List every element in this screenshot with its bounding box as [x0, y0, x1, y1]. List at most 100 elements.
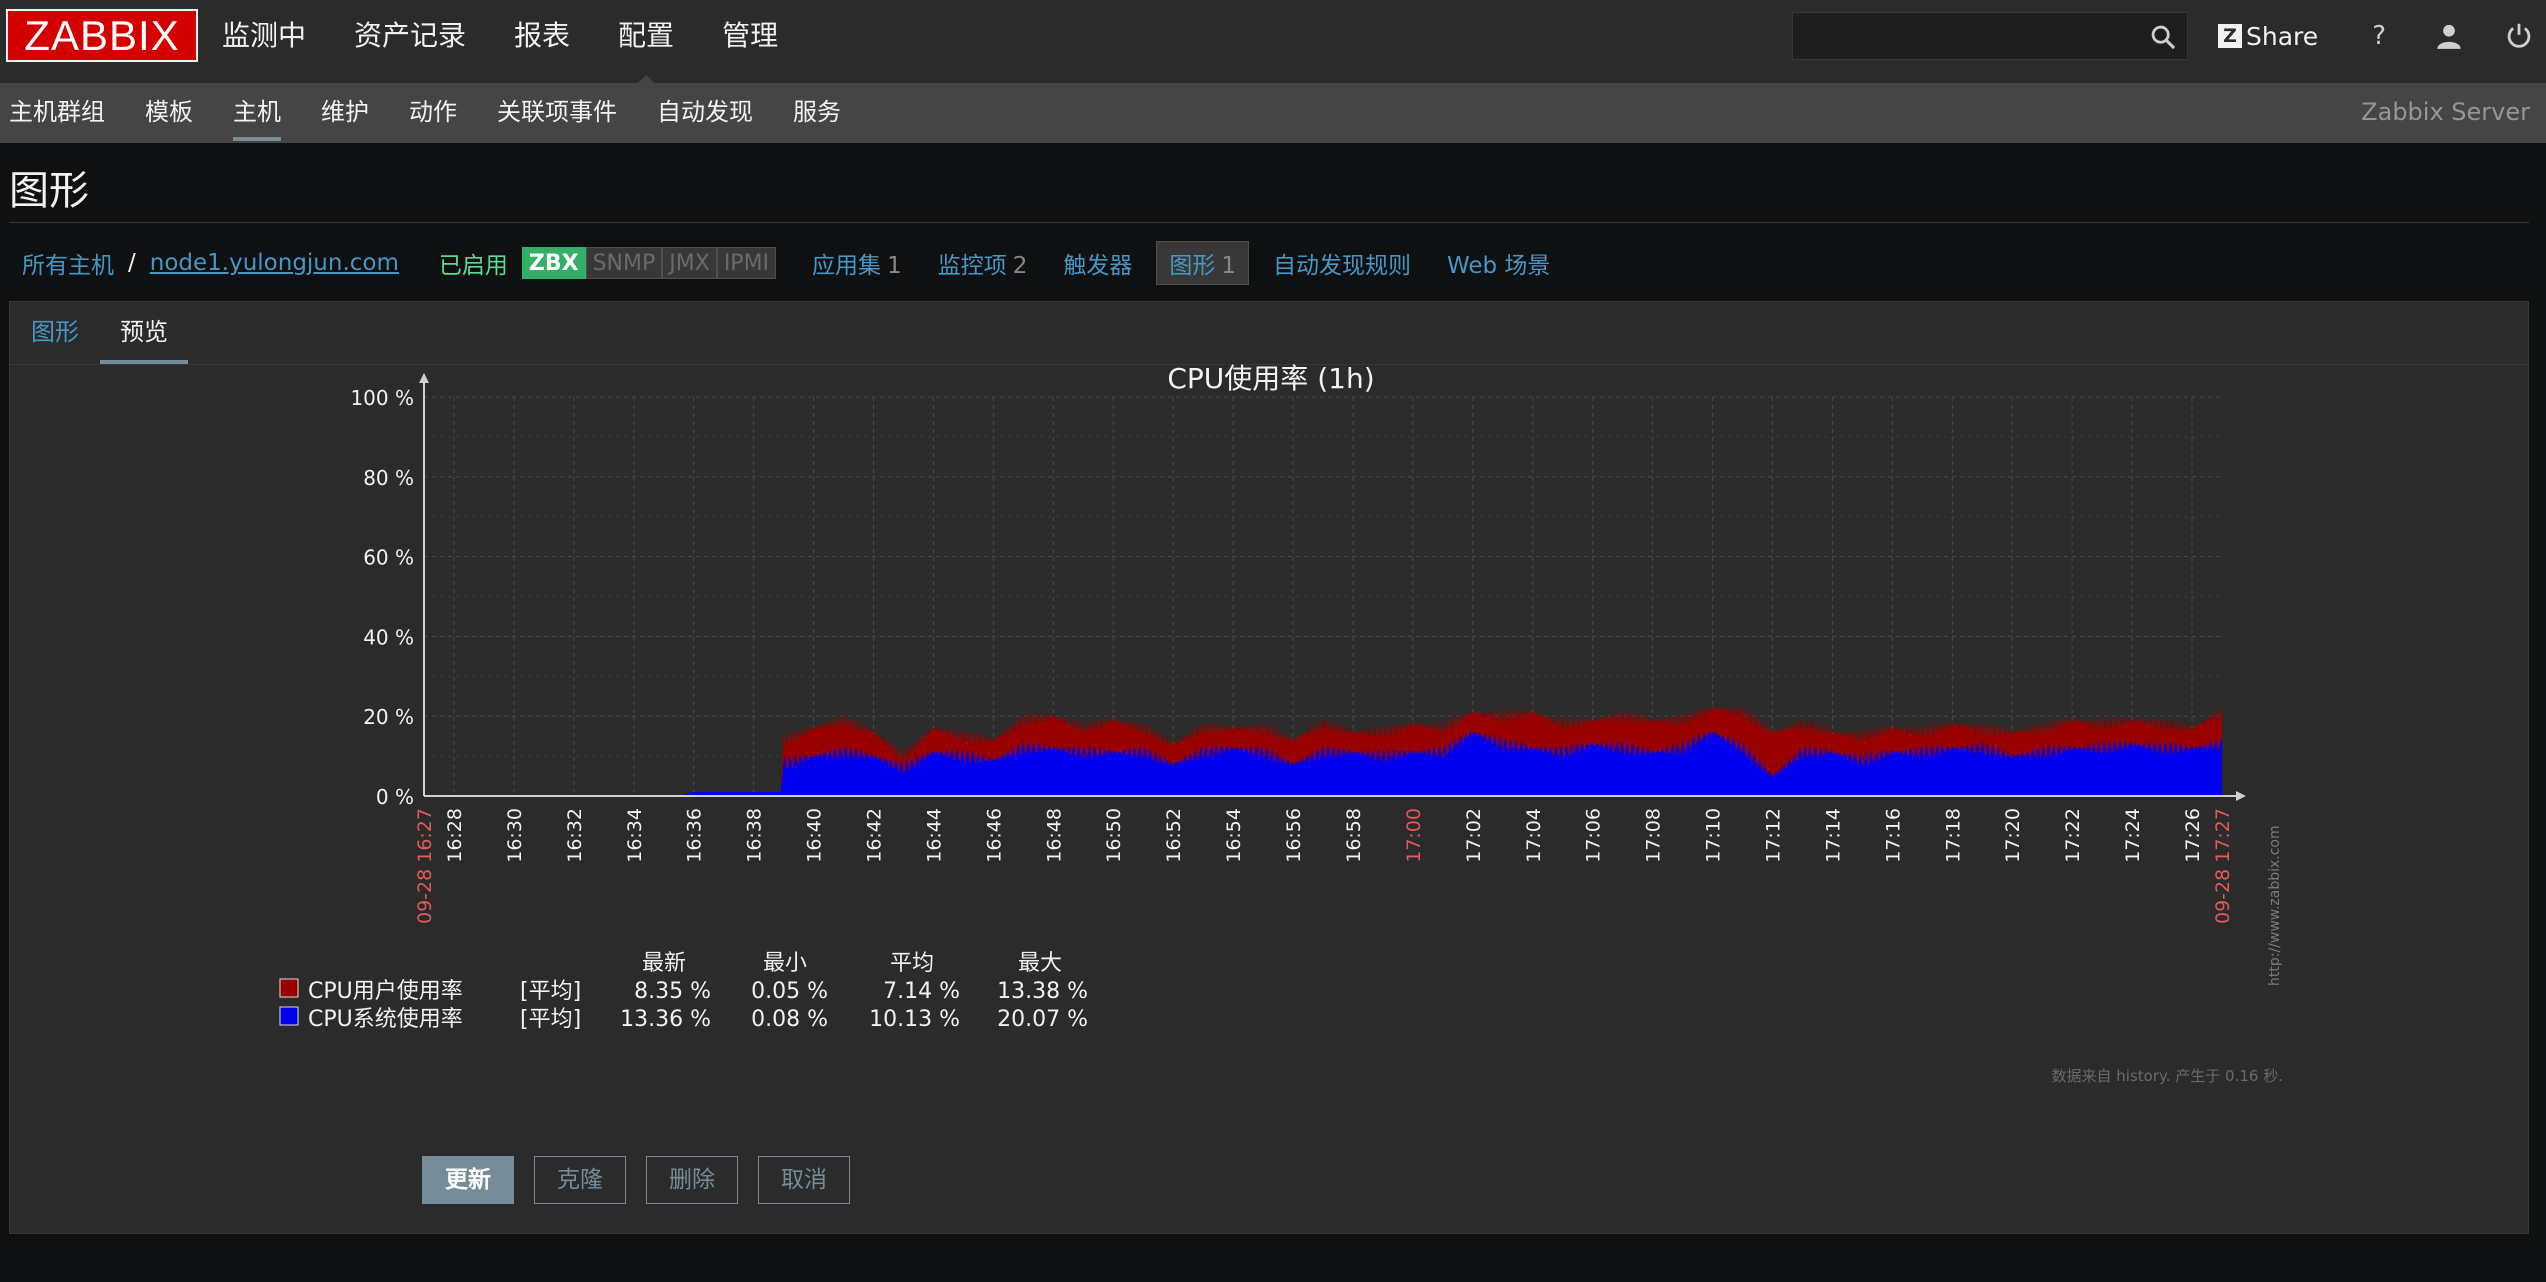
x-tick-label: 16:40 [804, 808, 826, 863]
y-tick-label: 20 % [363, 705, 414, 729]
x-tick-label: 17:06 [1583, 808, 1605, 863]
breadcrumb-separator: / [128, 250, 136, 276]
subnav-hosts[interactable]: 主机 [233, 83, 281, 143]
x-tick-label: 16:54 [1223, 808, 1245, 863]
legend-value: 10.13 % [869, 1007, 960, 1032]
x-tick-label: 16:38 [744, 808, 766, 863]
applications-count: 1 [887, 253, 902, 279]
subnav-correlation[interactable]: 关联项事件 [497, 83, 617, 143]
server-name: Zabbix Server [2361, 98, 2530, 126]
tab-preview[interactable]: 预览 [100, 302, 188, 364]
user-profile-icon[interactable] [2432, 19, 2466, 53]
subnav-maintenance[interactable]: 维护 [321, 83, 369, 143]
form-tabs: 图形 预览 [10, 302, 2528, 365]
x-tick-label: 16:56 [1283, 808, 1305, 863]
host-status-enabled[interactable]: 已启用 [439, 246, 508, 280]
subnav-actions[interactable]: 动作 [409, 83, 457, 143]
x-tick-label: 17:16 [1882, 808, 1904, 863]
web-scenarios-label: Web 场景 [1446, 253, 1551, 279]
cpu-usage-graph: CPU使用率 (1h) 100 % 80 % 60 % 40 % 20 % 0 % 16:28… [279, 362, 2283, 1085]
x-tick-label: 17:22 [2062, 808, 2084, 863]
graphs-link[interactable]: 图形 1 [1156, 241, 1249, 285]
x-axis-arrow [2236, 791, 2246, 801]
x-tick-label: 17:02 [1463, 808, 1485, 863]
subnav-host-groups[interactable]: 主机群组 [9, 83, 105, 143]
form-buttons: 更新 克隆 删除 取消 [422, 1156, 870, 1204]
update-button[interactable]: 更新 [422, 1156, 514, 1204]
x-tick-label: 16:42 [864, 808, 886, 863]
chart-title: CPU使用率 (1h) [1167, 364, 1374, 395]
clone-button[interactable]: 克隆 [534, 1156, 626, 1204]
x-tick-label: 17:10 [1703, 808, 1725, 863]
x-tick-label: 16:50 [1103, 808, 1125, 863]
zabbix-share-icon: Z [2218, 24, 2242, 48]
y-tick-label: 80 % [363, 466, 414, 490]
x-tick-label: 17:26 [2182, 808, 2204, 863]
x-tick-label: 17:20 [2002, 808, 2024, 863]
host-link[interactable]: node1.yulongjun.com [150, 250, 399, 276]
legend-series-name: CPU系统使用率 [308, 1007, 463, 1032]
graph-preview: CPU使用率 (1h) 100 % 80 % 60 % 40 % 20 % 0 % 16:28… [10, 362, 2520, 1148]
legend-swatch [279, 1006, 299, 1026]
nav-monitoring[interactable]: 监测中 [222, 0, 306, 83]
cancel-button[interactable]: 取消 [758, 1156, 850, 1204]
y-tick-label: 40 % [363, 625, 414, 649]
x-tick-label: 16:28 [444, 808, 466, 863]
snmp-badge: SNMP [585, 247, 663, 279]
subnav-services[interactable]: 服务 [793, 83, 841, 143]
sign-out-power-icon[interactable] [2502, 19, 2536, 53]
items-label: 监控项 [937, 253, 1007, 279]
items-count: 2 [1012, 253, 1028, 279]
search-icon[interactable] [2149, 23, 2177, 51]
y-tick-label: 100 % [350, 386, 414, 410]
x-tick-label: 16:34 [624, 808, 646, 863]
web-scenarios-link[interactable]: Web 场景 [1447, 246, 1550, 280]
availability-badges: ZBX SNMP JMX IPMI [521, 247, 777, 279]
subnav-discovery[interactable]: 自动发现 [657, 83, 753, 143]
share-button[interactable]: Z Share [2218, 22, 2318, 51]
applications-link[interactable]: 应用集 1 [812, 246, 902, 280]
legend-value: 8.35 % [634, 979, 711, 1004]
title-divider [9, 222, 2529, 223]
nav-configuration[interactable]: 配置 [618, 0, 674, 89]
sub-nav: 主机群组 模板 主机 维护 动作 关联项事件 自动发现 服务 Zabbix Se… [0, 83, 2546, 143]
legend-swatch [279, 978, 299, 998]
legend-value: 13.36 % [620, 1007, 711, 1032]
chart-footer: 数据来自 history. 产生于 0.16 秒. [2052, 1067, 2283, 1085]
legend-value: 0.05 % [751, 979, 828, 1004]
help-icon[interactable]: ? [2362, 19, 2396, 53]
top-header: ZABBIX 监测中 资产记录 报表 配置 管理 Z Share ? [0, 0, 2546, 89]
x-tick-label: 17:08 [1643, 808, 1665, 863]
search-box [1792, 12, 2188, 60]
nav-administration[interactable]: 管理 [722, 0, 778, 83]
legend-value: 13.38 % [997, 979, 1088, 1004]
applications-label: 应用集 [812, 253, 882, 279]
subnav-templates[interactable]: 模板 [145, 83, 193, 143]
ipmi-badge: IPMI [716, 247, 777, 279]
zabbix-logo[interactable]: ZABBIX [6, 9, 198, 62]
items-link[interactable]: 监控项 2 [938, 246, 1028, 280]
nav-reports[interactable]: 报表 [514, 0, 570, 83]
x-tick-label: 17:24 [2122, 808, 2144, 863]
legend-header: 最小 [763, 951, 807, 976]
share-label: Share [2246, 21, 2319, 51]
x-tick-label: 17:14 [1822, 808, 1844, 863]
y-tick-label: 0 % [376, 785, 414, 809]
legend-header: 最大 [1018, 951, 1062, 976]
tab-graph[interactable]: 图形 [31, 302, 79, 362]
main-nav: 监测中 资产记录 报表 配置 管理 [222, 0, 826, 89]
legend-value: 7.14 % [883, 979, 960, 1004]
graph-form-panel: 图形 预览 CPU使用率 (1h) 100 % 80 % 60 % 40 % 20 % 0 … [9, 301, 2529, 1234]
legend-header: 平均 [890, 951, 934, 976]
jmx-badge: JMX [662, 247, 717, 279]
y-tick-label: 60 % [363, 546, 414, 570]
legend-aggregation: [平均] [520, 979, 581, 1004]
triggers-link[interactable]: 触发器 [1063, 246, 1132, 280]
delete-button[interactable]: 删除 [646, 1156, 738, 1204]
discovery-rules-label: 自动发现规则 [1272, 253, 1411, 279]
x-tick-label: 17:00 [1403, 808, 1425, 863]
discovery-rules-link[interactable]: 自动发现规则 [1273, 246, 1411, 280]
nav-inventory[interactable]: 资产记录 [354, 0, 466, 83]
all-hosts-link[interactable]: 所有主机 [22, 246, 114, 280]
search-input[interactable] [1793, 13, 2145, 59]
